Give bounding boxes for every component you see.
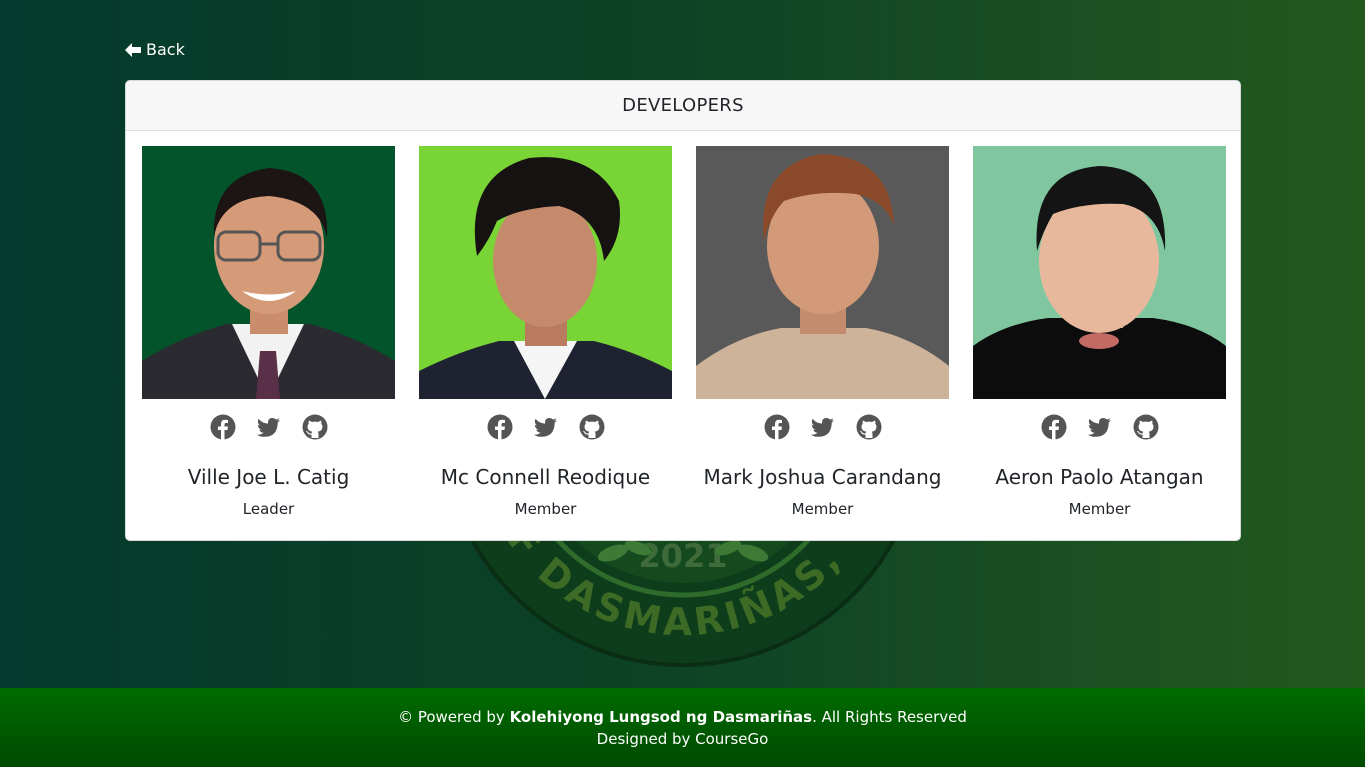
developer-card: Mc Connell Reodique Member xyxy=(419,146,672,518)
footer-powered-prefix: © Powered by xyxy=(398,707,510,726)
developer-card: Ville Joe L. Catig Leader xyxy=(142,146,395,518)
back-label: Back xyxy=(146,40,185,59)
developer-name: Mark Joshua Carandang xyxy=(703,465,942,489)
developer-name: Ville Joe L. Catig xyxy=(187,465,350,489)
developer-list: Ville Joe L. Catig Leader Mc Connell Reo… xyxy=(142,146,1226,518)
developer-role: Member xyxy=(1068,500,1131,518)
seal-year: 2021 xyxy=(638,537,727,575)
facebook-icon[interactable] xyxy=(210,414,236,440)
github-icon[interactable] xyxy=(856,414,882,440)
github-icon[interactable] xyxy=(579,414,605,440)
developer-photo xyxy=(142,146,395,399)
developer-card: Mark Joshua Carandang Member xyxy=(696,146,949,518)
developer-card: Aeron Paolo Atangan Member xyxy=(973,146,1226,518)
twitter-icon[interactable] xyxy=(1087,414,1113,440)
developer-name: Aeron Paolo Atangan xyxy=(995,465,1204,489)
developer-photo xyxy=(973,146,1226,399)
developer-role: Leader xyxy=(242,500,295,518)
social-links xyxy=(764,413,882,441)
developer-photo xyxy=(696,146,949,399)
footer-copyright: © Powered by Kolehiyong Lungsod ng Dasma… xyxy=(0,708,1365,726)
footer-powered-suffix: . All Rights Reserved xyxy=(812,707,967,726)
arrow-left-icon xyxy=(124,42,142,58)
footer-org-name: Kolehiyong Lungsod ng Dasmariñas xyxy=(509,707,813,726)
card-title: DEVELOPERS xyxy=(126,81,1240,131)
twitter-icon[interactable] xyxy=(533,414,559,440)
developers-card: DEVELOPERS Ville Joe L. Catig Leader Mc … xyxy=(125,80,1241,541)
social-links xyxy=(487,413,605,441)
twitter-icon[interactable] xyxy=(810,414,836,440)
social-links xyxy=(1041,413,1159,441)
footer-designed-by: Designed by CourseGo xyxy=(596,729,769,748)
developer-role: Member xyxy=(791,500,854,518)
github-icon[interactable] xyxy=(1133,414,1159,440)
github-icon[interactable] xyxy=(302,414,328,440)
developer-role: Member xyxy=(514,500,577,518)
twitter-icon[interactable] xyxy=(256,414,282,440)
back-link[interactable]: Back xyxy=(124,40,185,59)
facebook-icon[interactable] xyxy=(487,414,513,440)
facebook-icon[interactable] xyxy=(1041,414,1067,440)
facebook-icon[interactable] xyxy=(764,414,790,440)
developer-name: Mc Connell Reodique xyxy=(440,465,651,489)
site-footer: © Powered by Kolehiyong Lungsod ng Dasma… xyxy=(0,688,1365,767)
developer-photo xyxy=(419,146,672,399)
social-links xyxy=(210,413,328,441)
